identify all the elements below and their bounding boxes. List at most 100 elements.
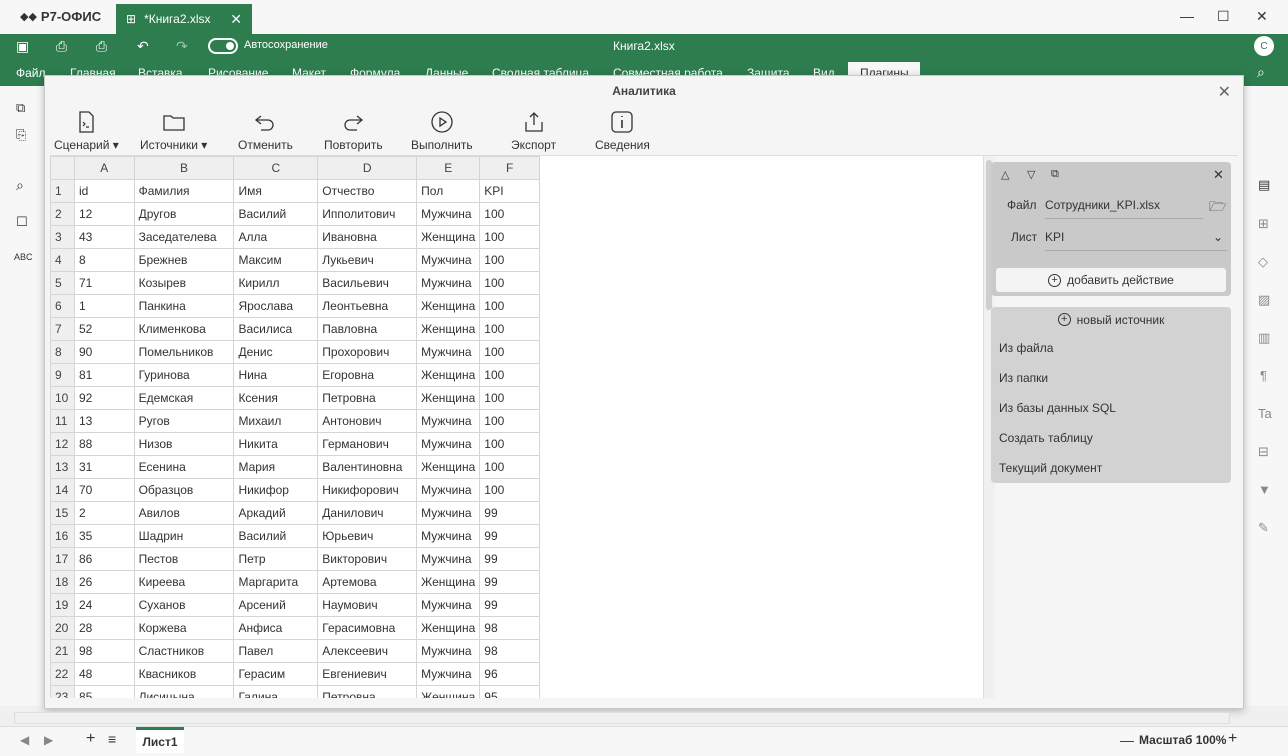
save-icon[interactable]: ▣	[16, 38, 29, 55]
table-cell[interactable]: Гуринова	[133, 363, 235, 387]
sheet-select[interactable]: KPI ⌄	[1045, 230, 1227, 251]
table-cell[interactable]: Прохорович	[317, 340, 418, 364]
table-cell[interactable]: 99	[479, 501, 540, 525]
table-cell[interactable]: Помельников	[133, 340, 235, 364]
table-cell[interactable]: Никифорович	[317, 478, 418, 502]
table-cell[interactable]: Евгениевич	[317, 662, 418, 686]
row-header[interactable]: 5	[50, 271, 75, 295]
table-cell[interactable]: 99	[479, 524, 540, 548]
table-cell[interactable]: 12	[73, 202, 135, 226]
table-cell[interactable]: Василий	[233, 524, 319, 548]
source-current-document[interactable]: Текущий документ	[999, 461, 1102, 475]
table-cell[interactable]: Никифор	[233, 478, 319, 502]
table-cell[interactable]: 99	[479, 593, 540, 617]
redo-icon[interactable]: ↷	[176, 38, 188, 55]
table-cell[interactable]: 95	[479, 685, 540, 698]
table-cell[interactable]: Квасников	[133, 662, 235, 686]
horizontal-scrollbar[interactable]	[14, 712, 1230, 724]
table-cell[interactable]: 100	[479, 478, 540, 502]
table-cell[interactable]: Женщина	[416, 317, 481, 341]
table-cell[interactable]: id	[73, 179, 135, 203]
table-cell[interactable]: Сластников	[133, 639, 235, 663]
search-icon[interactable]: ⌕	[1257, 64, 1265, 81]
run-button[interactable]: Выполнить	[411, 110, 473, 152]
table-cell[interactable]: Арсений	[233, 593, 319, 617]
table-cell[interactable]: Мужчина	[416, 524, 481, 548]
table-cell[interactable]: 86	[73, 547, 135, 571]
table-cell[interactable]: Женщина	[416, 455, 481, 479]
table-cell[interactable]: Мужчина	[416, 478, 481, 502]
sources-button[interactable]: Источники ▾	[140, 110, 207, 152]
table-cell[interactable]: Есенина	[133, 455, 235, 479]
table-cell[interactable]: Максим	[233, 248, 319, 272]
maximize-icon[interactable]: ☐	[1217, 8, 1230, 25]
column-header[interactable]: F	[479, 156, 540, 180]
image-settings-icon[interactable]: ▨	[1258, 292, 1270, 308]
source-from-folder[interactable]: Из папки	[999, 371, 1048, 385]
table-cell[interactable]: 100	[479, 432, 540, 456]
table-cell[interactable]: Женщина	[416, 386, 481, 410]
table-cell[interactable]: Галина	[233, 685, 319, 698]
redo-button[interactable]: Повторить	[324, 110, 383, 152]
table-cell[interactable]: Лукьевич	[317, 248, 418, 272]
table-cell[interactable]: Заседателева	[133, 225, 235, 249]
table-cell[interactable]: 100	[479, 340, 540, 364]
table-cell[interactable]: 99	[479, 547, 540, 571]
table-cell[interactable]: 100	[479, 455, 540, 479]
table-cell[interactable]: Другов	[133, 202, 235, 226]
table-cell[interactable]: Наумович	[317, 593, 418, 617]
source-from-file[interactable]: Из файла	[999, 341, 1053, 355]
table-cell[interactable]: 43	[73, 225, 135, 249]
table-cell[interactable]: 81	[73, 363, 135, 387]
pivot-settings-icon[interactable]: ⊟	[1258, 444, 1269, 460]
table-cell[interactable]: 52	[73, 317, 135, 341]
row-header[interactable]: 17	[50, 547, 75, 571]
table-cell[interactable]: Денис	[233, 340, 319, 364]
table-cell[interactable]: 2	[73, 501, 135, 525]
table-cell[interactable]: Мужчина	[416, 432, 481, 456]
scenario-button[interactable]: Сценарий ▾	[54, 110, 119, 152]
shape-settings-icon[interactable]: ◇	[1258, 254, 1268, 270]
table-cell[interactable]: Павел	[233, 639, 319, 663]
table-cell[interactable]: Едемская	[133, 386, 235, 410]
paragraph-settings-icon[interactable]: ¶	[1260, 368, 1267, 383]
table-cell[interactable]: 24	[73, 593, 135, 617]
row-header[interactable]: 3	[50, 225, 75, 249]
table-cell[interactable]: Герасимовна	[317, 616, 418, 640]
avatar[interactable]: С	[1254, 36, 1274, 56]
table-cell[interactable]: Ярослава	[233, 294, 319, 318]
print-icon[interactable]: ⎙	[56, 38, 67, 55]
table-cell[interactable]: Низов	[133, 432, 235, 456]
table-cell[interactable]: Германович	[317, 432, 418, 456]
table-cell[interactable]: Мужчина	[416, 662, 481, 686]
table-cell[interactable]: Нина	[233, 363, 319, 387]
table-cell[interactable]: 48	[73, 662, 135, 686]
row-header[interactable]: 2	[50, 202, 75, 226]
table-cell[interactable]: 28	[73, 616, 135, 640]
table-cell[interactable]: 98	[479, 639, 540, 663]
row-header[interactable]: 1	[50, 179, 75, 203]
table-cell[interactable]: Коржева	[133, 616, 235, 640]
row-header[interactable]: 20	[50, 616, 75, 640]
table-cell[interactable]: Данилович	[317, 501, 418, 525]
table-cell[interactable]: 96	[479, 662, 540, 686]
copy-icon[interactable]: ⧉	[16, 100, 25, 116]
signature-settings-icon[interactable]: ✎	[1258, 520, 1269, 536]
table-cell[interactable]: Ругов	[133, 409, 235, 433]
table-cell[interactable]: 13	[73, 409, 135, 433]
source-create-table[interactable]: Создать таблицу	[999, 431, 1093, 445]
source-from-sql[interactable]: Из базы данных SQL	[999, 401, 1116, 415]
table-cell[interactable]: 31	[73, 455, 135, 479]
chart-settings-icon[interactable]: ▥	[1258, 330, 1270, 346]
table-cell[interactable]: Авилов	[133, 501, 235, 525]
table-cell[interactable]: 100	[479, 409, 540, 433]
table-settings-icon[interactable]: ⊞	[1258, 216, 1269, 232]
row-header[interactable]: 18	[50, 570, 75, 594]
dialog-close-icon[interactable]: ✕	[1218, 82, 1231, 102]
row-header[interactable]: 21	[50, 639, 75, 663]
table-cell[interactable]: Мария	[233, 455, 319, 479]
table-cell[interactable]: Образцов	[133, 478, 235, 502]
table-cell[interactable]: Егоровна	[317, 363, 418, 387]
table-cell[interactable]: 88	[73, 432, 135, 456]
table-cell[interactable]: KPI	[479, 179, 540, 203]
